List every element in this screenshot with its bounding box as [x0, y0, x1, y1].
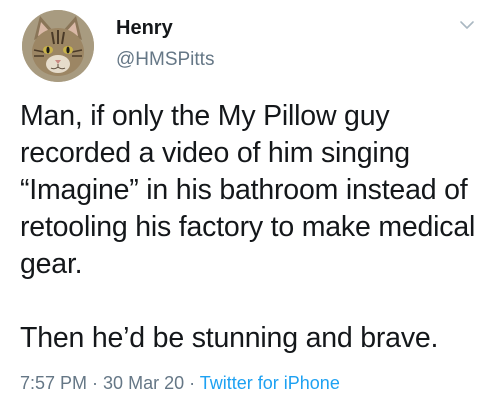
- tweet-date[interactable]: 30 Mar 20: [103, 373, 184, 393]
- tweet-time[interactable]: 7:57 PM: [20, 373, 87, 393]
- tweet-text: Man, if only the My Pillow guy recorded …: [20, 98, 490, 357]
- tweet-header: Henry @HMSPitts: [20, 8, 480, 82]
- tweet-paragraph: Man, if only the My Pillow guy recorded …: [20, 100, 476, 280]
- meta-separator: ·: [87, 373, 104, 393]
- tweet-meta: 7:57 PM · 30 Mar 20 · Twitter for iPhone: [20, 371, 340, 395]
- avatar[interactable]: [22, 10, 94, 82]
- tweet-source-link[interactable]: Twitter for iPhone: [200, 373, 340, 393]
- tweet-paragraph: Then he’d be stunning and brave.: [20, 322, 439, 354]
- tweet-card: Henry @HMSPitts Man, if only the My Pill…: [0, 0, 500, 414]
- chevron-down-icon[interactable]: [458, 16, 476, 34]
- display-name[interactable]: Henry: [116, 16, 173, 40]
- meta-separator: ·: [184, 373, 200, 393]
- cat-avatar-icon: [22, 10, 94, 82]
- user-handle[interactable]: @HMSPitts: [116, 48, 214, 72]
